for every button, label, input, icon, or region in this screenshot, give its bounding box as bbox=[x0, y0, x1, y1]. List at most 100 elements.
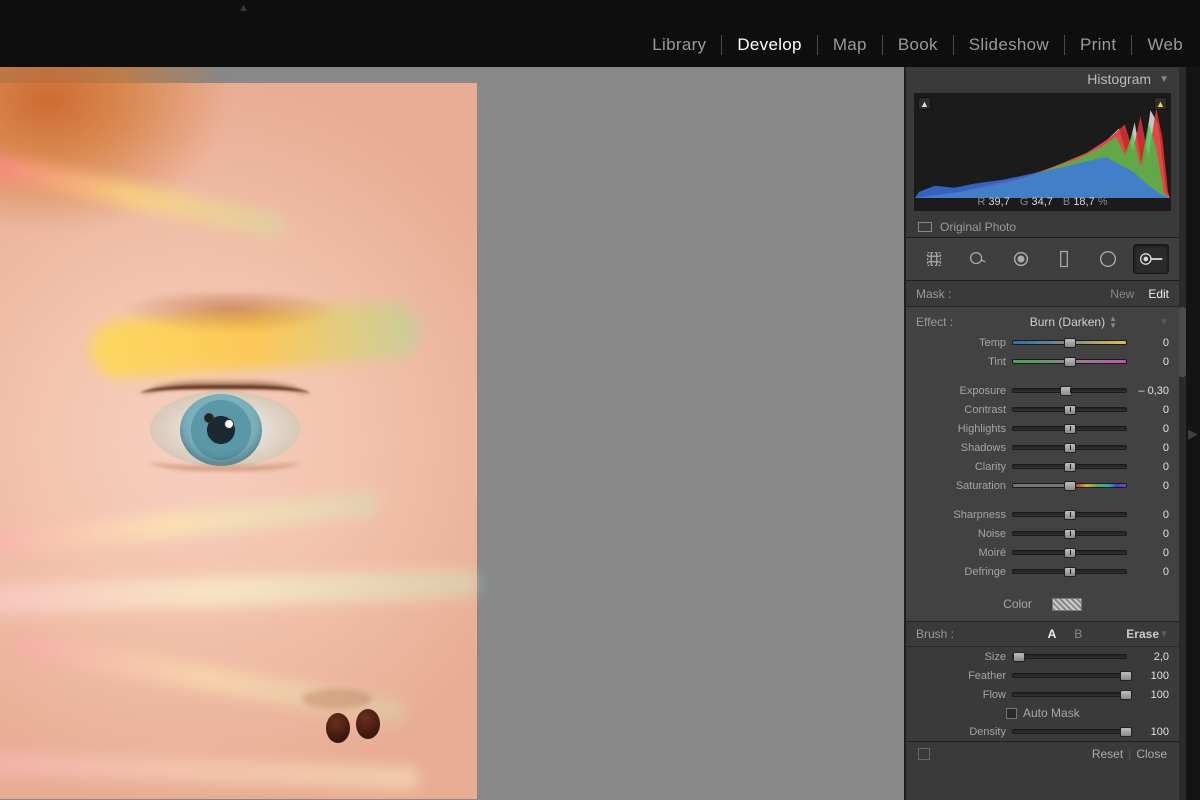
mask-new-button[interactable]: New bbox=[1110, 287, 1134, 301]
brush-feather-slider[interactable] bbox=[1012, 669, 1127, 683]
panel-toggle-switch[interactable] bbox=[918, 748, 930, 760]
slider-tint-value[interactable]: 0 bbox=[1127, 356, 1169, 368]
slider-saturation-value[interactable]: 0 bbox=[1127, 480, 1169, 492]
slider-highlights-slider[interactable] bbox=[1012, 422, 1127, 436]
slider-shadows-value[interactable]: 0 bbox=[1127, 442, 1169, 454]
module-divider bbox=[953, 35, 954, 55]
image-canvas[interactable] bbox=[0, 67, 904, 800]
slider-temp-slider[interactable] bbox=[1012, 336, 1127, 350]
module-library[interactable]: Library bbox=[651, 35, 707, 55]
brush-density-value[interactable]: 100 bbox=[1127, 726, 1169, 738]
preview-photo bbox=[0, 83, 477, 799]
panel-footer: Reset | Close bbox=[906, 741, 1179, 766]
module-slideshow[interactable]: Slideshow bbox=[968, 35, 1050, 55]
slider-highlights-label: Highlights bbox=[906, 423, 1012, 435]
brush-feather-row: Feather100 bbox=[906, 666, 1179, 685]
slider-saturation-label: Saturation bbox=[906, 480, 1012, 492]
slider-noise-slider[interactable] bbox=[1012, 527, 1127, 541]
slider-defringe-slider[interactable] bbox=[1012, 565, 1127, 579]
chevron-right-icon: ▶ bbox=[1188, 426, 1198, 442]
slider-moiré-slider[interactable] bbox=[1012, 546, 1127, 560]
color-swatch[interactable] bbox=[1052, 598, 1082, 611]
brush-flow-value[interactable]: 100 bbox=[1127, 689, 1169, 701]
panel-scrollbar[interactable] bbox=[1179, 67, 1186, 800]
brush-erase-button[interactable]: Erase bbox=[1126, 627, 1159, 641]
brush-header: Brush : A B Erase ▼ bbox=[906, 621, 1179, 647]
histogram-header[interactable]: Histogram ▼ bbox=[906, 67, 1179, 89]
slider-contrast-slider[interactable] bbox=[1012, 403, 1127, 417]
brush-density-row: Density 100 bbox=[906, 722, 1179, 741]
histogram-display[interactable]: ▲ ▲ R 39,7 G 34,7 B 18,7 % bbox=[914, 93, 1171, 211]
slider-shadows-row: Shadows 0 bbox=[906, 438, 1179, 457]
brush-tab-a[interactable]: A bbox=[1048, 627, 1057, 641]
slider-noise-row: Noise0 bbox=[906, 524, 1179, 543]
redeye-tool-icon[interactable] bbox=[1003, 244, 1039, 274]
scrollbar-thumb[interactable] bbox=[1179, 307, 1186, 377]
mask-edit-button[interactable]: Edit bbox=[1148, 287, 1169, 301]
brush-size-row: Size 2,0 bbox=[906, 647, 1179, 666]
slider-temp-row: Temp 0 bbox=[906, 333, 1179, 352]
spot-removal-tool-icon[interactable] bbox=[959, 244, 995, 274]
slider-exposure-slider[interactable] bbox=[1012, 384, 1127, 398]
slider-sharpness-slider[interactable] bbox=[1012, 508, 1127, 522]
slider-exposure-value[interactable]: – 0,30 bbox=[1127, 385, 1169, 397]
close-button[interactable]: Close bbox=[1136, 747, 1167, 761]
brush-size-label: Size bbox=[906, 651, 1012, 663]
brush-feather-value[interactable]: 100 bbox=[1127, 670, 1169, 682]
local-adjustment-toolstrip bbox=[906, 237, 1179, 281]
slider-shadows-slider[interactable] bbox=[1012, 441, 1127, 455]
top-expand-chevron-icon[interactable]: ▲ bbox=[238, 2, 249, 14]
collapse-triangle-icon[interactable]: ▼ bbox=[1159, 74, 1169, 85]
brush-size-slider[interactable] bbox=[1012, 650, 1127, 664]
slider-tint-label: Tint bbox=[906, 356, 1012, 368]
brush-flow-row: Flow100 bbox=[906, 685, 1179, 704]
slider-noise-value[interactable]: 0 bbox=[1127, 528, 1169, 540]
module-picker-bar: ▲ Library Develop Map Book Slideshow Print Web bbox=[0, 0, 1200, 67]
module-map[interactable]: Map bbox=[832, 35, 868, 55]
slider-temp-value[interactable]: 0 bbox=[1127, 337, 1169, 349]
module-divider bbox=[721, 35, 722, 55]
effect-disclosure-icon[interactable]: ▼ bbox=[1159, 317, 1169, 328]
module-web[interactable]: Web bbox=[1146, 35, 1184, 55]
slider-highlights-row: Highlights 0 bbox=[906, 419, 1179, 438]
mask-label: Mask : bbox=[916, 287, 951, 301]
slider-sharpness-label: Sharpness bbox=[906, 509, 1012, 521]
slider-shadows-label: Shadows bbox=[906, 442, 1012, 454]
module-develop[interactable]: Develop bbox=[736, 35, 802, 55]
auto-mask-checkbox[interactable] bbox=[1006, 708, 1017, 719]
slider-tint-slider[interactable] bbox=[1012, 355, 1127, 369]
brush-tab-b[interactable]: B bbox=[1074, 627, 1082, 641]
brush-density-label: Density bbox=[906, 726, 1012, 738]
effect-dropdown[interactable]: Burn (Darken) ▲▼ bbox=[1030, 315, 1117, 329]
slider-tint-row: Tint 0 bbox=[906, 352, 1179, 371]
brush-flow-slider[interactable] bbox=[1012, 688, 1127, 702]
module-divider bbox=[817, 35, 818, 55]
reset-button[interactable]: Reset bbox=[1092, 747, 1123, 761]
brush-disclosure-icon[interactable]: ▼ bbox=[1159, 629, 1169, 640]
slider-saturation-slider[interactable] bbox=[1012, 479, 1127, 493]
graduated-filter-tool-icon[interactable] bbox=[1046, 244, 1082, 274]
adjustment-brush-tool-icon[interactable] bbox=[1133, 244, 1169, 274]
crop-tool-icon[interactable] bbox=[916, 244, 952, 274]
original-photo-toggle[interactable]: Original Photo bbox=[906, 217, 1179, 237]
auto-mask-label: Auto Mask bbox=[1023, 706, 1080, 720]
slider-exposure-row: Exposure– 0,30 bbox=[906, 381, 1179, 400]
auto-mask-row[interactable]: Auto Mask bbox=[906, 704, 1179, 722]
right-panel-collapse[interactable]: ▶ bbox=[1186, 67, 1200, 800]
module-print[interactable]: Print bbox=[1079, 35, 1117, 55]
effect-selected-value: Burn (Darken) bbox=[1030, 315, 1105, 329]
color-label: Color bbox=[1003, 597, 1032, 611]
slider-highlights-value[interactable]: 0 bbox=[1127, 423, 1169, 435]
slider-sharpness-value[interactable]: 0 bbox=[1127, 509, 1169, 521]
brush-size-value[interactable]: 2,0 bbox=[1127, 651, 1169, 663]
slider-contrast-value[interactable]: 0 bbox=[1127, 404, 1169, 416]
histogram-title: Histogram bbox=[1087, 71, 1151, 87]
slider-clarity-value[interactable]: 0 bbox=[1127, 461, 1169, 473]
module-book[interactable]: Book bbox=[897, 35, 939, 55]
slider-moiré-value[interactable]: 0 bbox=[1127, 547, 1169, 559]
slider-clarity-slider[interactable] bbox=[1012, 460, 1127, 474]
brush-density-slider[interactable] bbox=[1012, 725, 1127, 739]
slider-temp-label: Temp bbox=[906, 337, 1012, 349]
slider-defringe-value[interactable]: 0 bbox=[1127, 566, 1169, 578]
radial-filter-tool-icon[interactable] bbox=[1090, 244, 1126, 274]
